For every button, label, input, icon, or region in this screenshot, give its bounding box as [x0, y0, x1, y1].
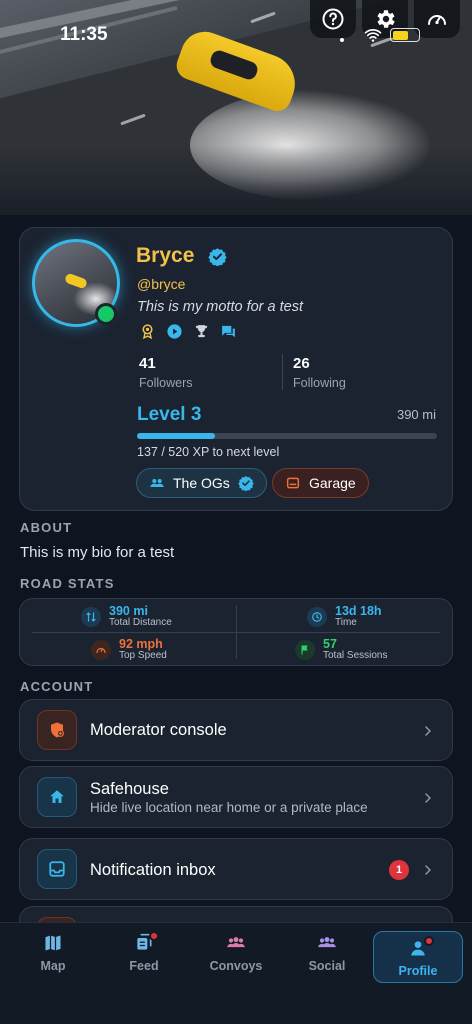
xp-progress-fill: [137, 433, 215, 439]
home-icon: [37, 777, 77, 817]
profile-motto: This is my motto for a test: [137, 299, 303, 315]
stat-top-speed: 92 mph Top Speed: [91, 638, 167, 661]
chat-icon[interactable]: [220, 323, 237, 340]
tab-profile[interactable]: Profile: [373, 931, 463, 983]
wifi-icon: [364, 29, 382, 42]
xp-progress-text: 137 / 520 XP to next level: [137, 445, 280, 459]
social-icon: [318, 937, 336, 948]
tab-label: Map: [40, 959, 66, 973]
status-time: 11:35: [60, 24, 108, 45]
tab-feed[interactable]: Feed: [99, 931, 189, 983]
feed-notification-dot: [149, 931, 159, 941]
row-title: Moderator console: [90, 721, 227, 739]
profile-notification-dot: [424, 936, 434, 946]
tab-convoys[interactable]: Convoys: [191, 933, 281, 983]
profile-card: Bryce @bryce This is my motto for a test…: [19, 227, 453, 511]
chevron-right-icon: [425, 865, 431, 875]
tab-map[interactable]: Map: [8, 933, 98, 983]
verified-badge-icon: [238, 476, 254, 491]
verified-badge-icon: [208, 248, 227, 266]
tab-label: Feed: [129, 959, 159, 973]
chevron-right-icon: [425, 793, 431, 803]
status-dot: [340, 38, 344, 42]
road-stats-grid: 390 mi Total Distance 13d 18h Time 92 mp…: [19, 598, 453, 666]
stat-time: 13d 18h Time: [307, 605, 382, 628]
stat-label: Time: [335, 617, 357, 628]
play-icon[interactable]: [166, 323, 183, 340]
profile-name: Bryce: [136, 244, 195, 267]
flag-icon: [295, 639, 315, 660]
stat-value: 390 mi: [109, 604, 148, 618]
chevron-right-icon: [425, 726, 431, 736]
bottom-tab-bar: Map Feed Convoys Social Profile: [0, 922, 472, 1024]
speedometer-button[interactable]: [414, 0, 460, 38]
help-button[interactable]: [310, 0, 356, 38]
help-icon: [322, 8, 344, 30]
safehouse-row[interactable]: Safehouse Hide live location near home o…: [19, 766, 453, 828]
road-stats-section-label: ROAD STATS: [20, 576, 115, 591]
tab-label: Profile: [398, 964, 438, 978]
clock-icon: [307, 606, 327, 627]
stat-label: Total Sessions: [323, 650, 388, 661]
achievement-badges: [139, 323, 237, 340]
distance-icon: [81, 606, 101, 627]
row-title: Notification inbox: [90, 861, 216, 879]
speedometer-icon: [428, 15, 446, 25]
following-count[interactable]: 26: [293, 355, 310, 372]
group-icon: [150, 479, 164, 487]
convoy-icon: [227, 937, 245, 948]
unread-count-badge: 1: [389, 860, 409, 880]
followers-count[interactable]: 41: [139, 355, 156, 372]
level-label: Level 3: [137, 404, 202, 425]
speedometer-icon: [91, 639, 111, 660]
moderator-console-row[interactable]: Moderator console: [19, 699, 453, 761]
row-subtitle: Hide live location near home or a privat…: [90, 800, 368, 815]
following-label[interactable]: Following: [293, 376, 346, 390]
account-section-label: ACCOUNT: [20, 679, 94, 694]
stat-label: Total Distance: [109, 617, 172, 628]
online-status-indicator: [95, 303, 117, 325]
stat-value: 92 mph: [119, 637, 163, 651]
stat-value: 13d 18h: [335, 604, 382, 618]
inbox-icon: [37, 849, 77, 889]
group-pill-label: The OGs: [173, 475, 230, 491]
battery-icon: [390, 28, 420, 42]
stat-total-distance: 390 mi Total Distance: [81, 605, 172, 628]
tab-label: Convoys: [209, 959, 263, 973]
shield-icon: [37, 710, 77, 750]
followers-label[interactable]: Followers: [139, 376, 193, 390]
xp-progress-bar: [137, 433, 437, 439]
stats-divider: [282, 354, 283, 390]
garage-icon: [286, 477, 300, 489]
status-indicators: [362, 26, 420, 44]
medal-icon[interactable]: [139, 323, 156, 340]
stat-value: 57: [323, 637, 337, 651]
notification-inbox-row[interactable]: Notification inbox 1: [19, 838, 453, 900]
profile-bio: This is my bio for a test: [20, 544, 175, 561]
garage-pill-label: Garage: [309, 475, 356, 491]
row-title: Safehouse: [90, 780, 169, 798]
trophy-icon[interactable]: [193, 323, 210, 340]
map-icon: [45, 935, 61, 951]
about-section-label: ABOUT: [20, 520, 73, 535]
total-miles: 390 mi: [396, 407, 436, 422]
tab-label: Social: [308, 959, 346, 973]
stat-label: Top Speed: [119, 650, 167, 661]
garage-pill[interactable]: Garage: [272, 468, 369, 498]
profile-handle: @bryce: [137, 276, 186, 292]
group-pill[interactable]: The OGs: [136, 468, 267, 498]
stat-total-sessions: 57 Total Sessions: [295, 638, 387, 661]
tab-social[interactable]: Social: [282, 933, 372, 983]
